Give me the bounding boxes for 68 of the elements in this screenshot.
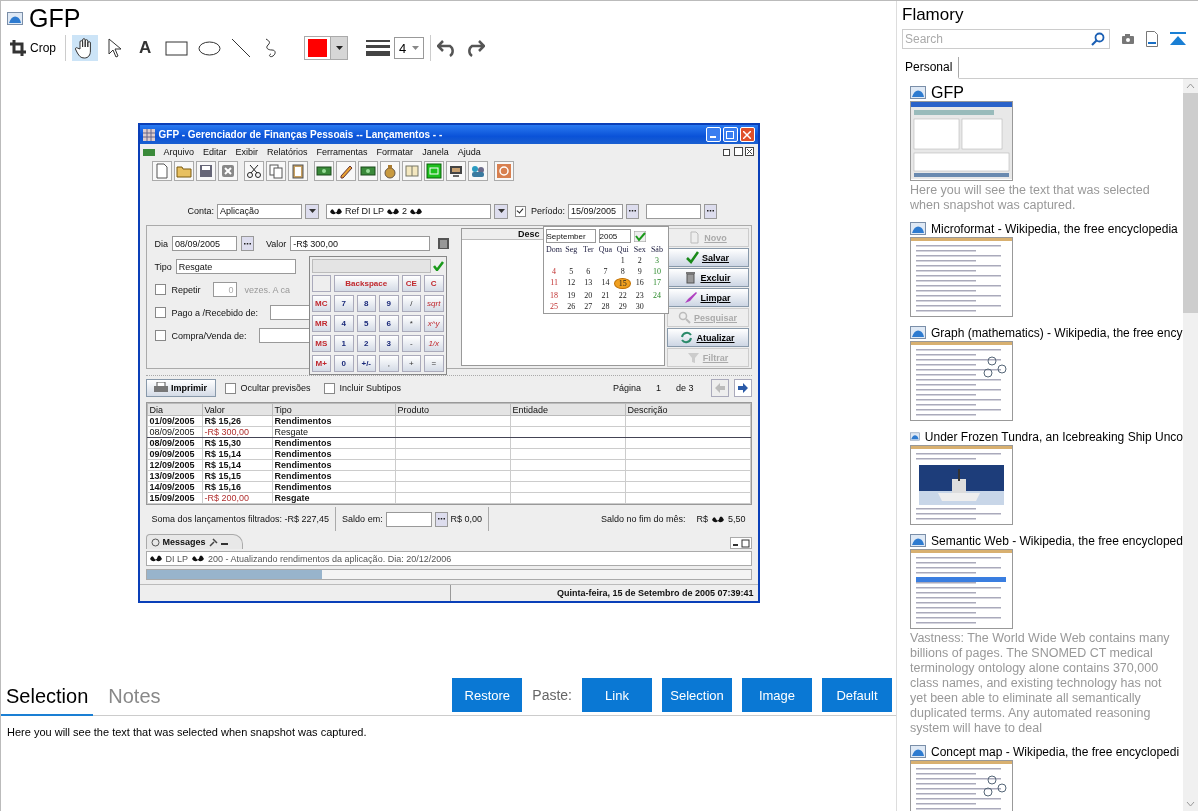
checkbox-label: Incluir Subtipos xyxy=(339,383,402,393)
table-cell: R$ 15,14 xyxy=(202,448,272,460)
field-label: Conta: xyxy=(187,206,215,216)
checkbox-label: Período: xyxy=(531,206,566,216)
paste-label: Paste: xyxy=(532,687,572,703)
table-cell: Rendimentos xyxy=(272,415,395,427)
window-title: GFP - Gerenciador de Finanças Pessoais -- Lançamentos - - xyxy=(158,129,443,140)
sidebar-title: Flamory xyxy=(902,4,965,26)
column-header: Desc xyxy=(518,229,540,239)
table-cell: 13/09/2005 xyxy=(147,470,202,482)
field-label: Saldo no fim do mês: xyxy=(600,514,686,524)
table-cell: R$ 15,30 xyxy=(202,437,272,449)
table-cell: R$ 15,16 xyxy=(202,481,272,493)
table-cell: R$ 15,14 xyxy=(202,459,272,471)
field-label: Dia xyxy=(154,238,168,249)
column-header: Descrição xyxy=(625,403,750,416)
currency-label: R$ xyxy=(696,514,708,524)
message-text: DI LP xyxy=(165,553,188,564)
field-label: vezes. A ca xyxy=(244,284,291,295)
checkbox-label: Ocultar previsões xyxy=(240,383,311,393)
table-cell: Resgate xyxy=(272,426,395,438)
checkbox-label: Pago a /Recebido de: xyxy=(171,307,259,318)
table-cell: Resgate xyxy=(272,492,395,504)
weekday-label: Dom xyxy=(545,245,563,254)
column-header: Valor xyxy=(202,403,272,416)
table-cell: 08/09/2005 xyxy=(147,437,202,449)
page-label: Página xyxy=(612,383,641,393)
column-header: Tipo xyxy=(272,403,395,416)
balance-value: R$ 0,00 xyxy=(450,514,483,524)
document-title: GFP xyxy=(29,3,81,33)
table-cell: Rendimentos xyxy=(272,459,395,471)
field-label: Tipo xyxy=(154,261,172,272)
table-cell: 08/09/2005 xyxy=(147,426,202,438)
table-cell: R$ 15,15 xyxy=(202,470,272,482)
column-header: Entidade xyxy=(510,403,625,416)
balance-value: 5,50 xyxy=(727,514,746,524)
page-number: 1 xyxy=(655,383,661,393)
weekday-label: Sex xyxy=(632,245,647,254)
table-cell: Rendimentos xyxy=(272,437,395,449)
field-label: Valor xyxy=(266,238,287,249)
weekday-label: Seg xyxy=(564,245,579,254)
table-cell: Rendimentos xyxy=(272,470,395,482)
snapshot-note: Vastness: The World Wide Web contains many billions of pages. The SNOMED CT medical terminology ontology alone contains 370,000 class names, and existing technology has not yet been able to eliminate all semantically duplicated terms. Any automated reasoning system will have to deal xyxy=(910,631,1171,736)
snapshot-note: Here you will see the text that was selected when snapshot was captured. xyxy=(910,183,1151,213)
table-cell: 14/09/2005 xyxy=(147,481,202,493)
table-cell: -R$ 200,00 xyxy=(202,492,272,504)
table-cell: -R$ 300,00 xyxy=(202,426,272,438)
column-header: Produto xyxy=(395,403,510,416)
table-cell: 01/09/2005 xyxy=(147,415,202,427)
selection-text: Here you will see the text that was selected when snapshot was captured. xyxy=(7,726,367,738)
table-cell: 15/09/2005 xyxy=(147,492,202,504)
table-cell: R$ 15,26 xyxy=(202,415,272,427)
table-cell: Rendimentos xyxy=(272,448,395,460)
weekday-label: Ter xyxy=(582,245,595,254)
weekday-label: Qui xyxy=(615,245,630,254)
field-label: Saldo em: xyxy=(342,514,383,524)
weekday-label: Qua xyxy=(597,245,614,254)
status-text: Quinta-feira, 15 de Setembro de 2005 07:39:41 xyxy=(556,588,754,598)
checkbox-label: Compra/Venda de: xyxy=(171,330,247,341)
table-cell: 09/09/2005 xyxy=(147,448,202,460)
table-cell: Rendimentos xyxy=(272,481,395,493)
message-text: 200 - Atualizando rendimentos da aplicação. Dia: 20/12/2006 xyxy=(208,553,452,564)
column-header: Dia xyxy=(147,403,202,416)
page-total: de 3 xyxy=(675,383,694,393)
weekday-label: Sáb xyxy=(649,245,664,254)
checkbox-label: Repetir xyxy=(171,284,201,295)
sum-text: Soma dos lançamentos filtrados: -R$ 227,45 xyxy=(151,514,330,524)
table-cell: 12/09/2005 xyxy=(147,459,202,471)
